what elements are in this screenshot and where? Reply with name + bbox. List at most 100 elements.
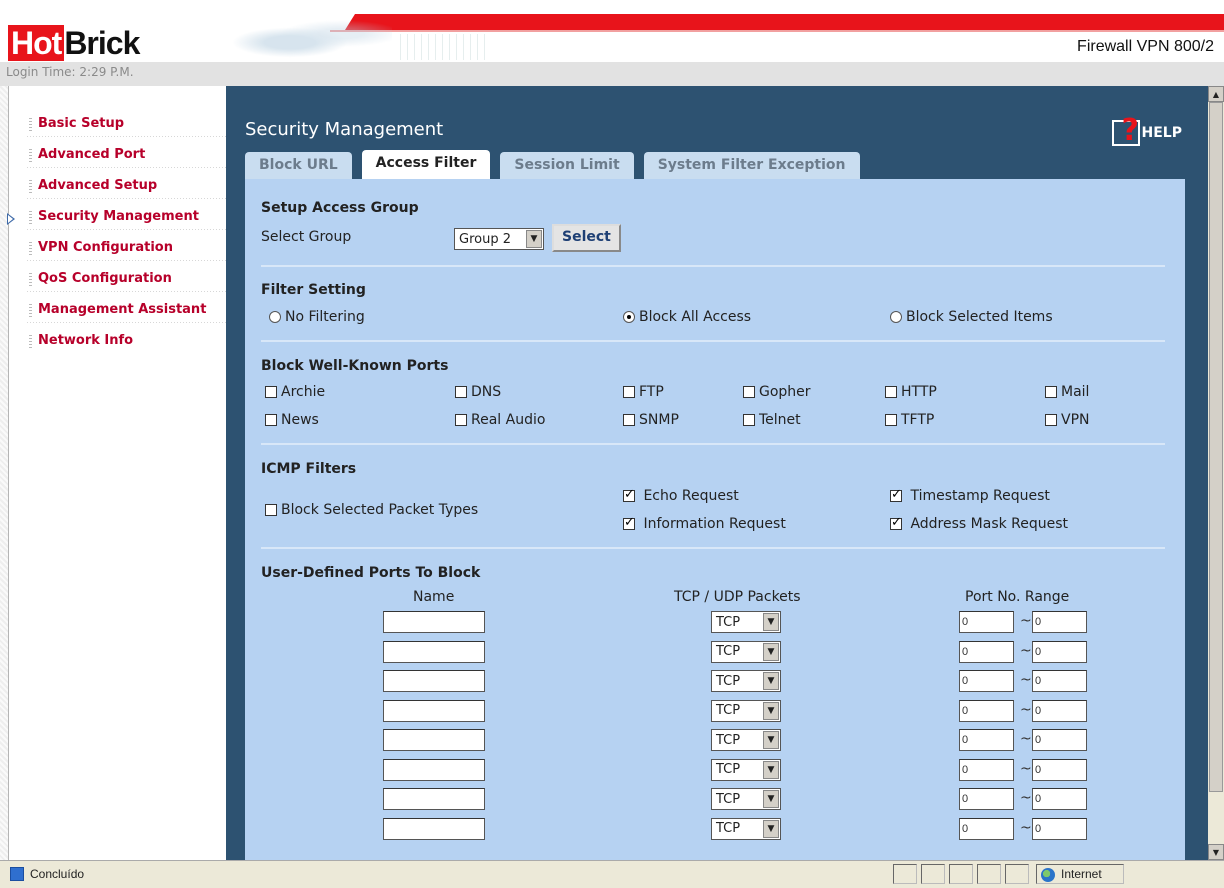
sidebar-item-advanced-setup[interactable]: Advanced Setup [9, 174, 226, 205]
checkbox-news[interactable]: News [265, 412, 319, 428]
chevron-down-icon: ▼ [763, 701, 779, 720]
group-select[interactable]: Group 2 ▼ [454, 228, 544, 250]
status-bar: Concluído Internet [0, 860, 1224, 888]
port-from-input[interactable] [959, 817, 1014, 840]
port-to-input[interactable] [1032, 699, 1087, 722]
protocol-select[interactable]: TCP ▼ [711, 611, 781, 633]
checkbox-echo-request[interactable]: Echo Request [623, 487, 739, 504]
range-separator: ~ [1020, 642, 1032, 659]
port-from-input[interactable] [959, 640, 1014, 663]
sidebar-item-security-management[interactable]: Security Management [7, 205, 226, 236]
tab-system-filter-exception[interactable]: System Filter Exception [643, 152, 860, 179]
divider [261, 265, 1165, 267]
tab-session-limit[interactable]: Session Limit [500, 152, 634, 179]
sidebar-item-label: Security Management [38, 209, 199, 224]
checkbox-label: SNMP [639, 412, 679, 428]
checkbox-icon [265, 386, 277, 398]
range-separator: ~ [1020, 760, 1032, 777]
help-icon: ? [1111, 116, 1140, 146]
port-to-input[interactable] [1032, 670, 1087, 692]
divider [261, 340, 1165, 342]
chevron-down-icon: ▼ [763, 613, 779, 631]
port-name-input[interactable] [383, 729, 485, 751]
port-from-input[interactable] [959, 670, 1014, 692]
checkbox-icon [890, 515, 902, 530]
sidebar-item-management-assistant[interactable]: Management Assistant [9, 298, 226, 329]
sidebar-item-vpn-configuration[interactable]: VPN Configuration [9, 236, 226, 267]
protocol-select[interactable]: TCP ▼ [711, 758, 781, 781]
select-group-label: Select Group [261, 229, 352, 245]
checkbox-label: Echo Request [643, 488, 739, 504]
port-to-input[interactable] [1032, 758, 1087, 781]
protocol-select[interactable]: TCP ▼ [711, 817, 781, 840]
tab-block-url[interactable]: Block URL [245, 152, 352, 179]
port-from-input[interactable] [959, 699, 1014, 722]
help-button[interactable]: ? HELP [1111, 116, 1182, 146]
protocol-select[interactable]: TCP ▼ [711, 788, 781, 810]
port-to-input[interactable] [1032, 817, 1087, 840]
protocol-select-value: TCP [716, 791, 741, 807]
protocol-select[interactable]: TCP ▼ [711, 699, 781, 722]
checkbox-real-audio[interactable]: Real Audio [455, 412, 545, 428]
port-name-input[interactable] [383, 699, 485, 722]
zone-label: Internet [1061, 867, 1102, 881]
sidebar-item-network-info[interactable]: Network Info [9, 329, 226, 360]
checkbox-tftp[interactable]: TFTP [885, 412, 934, 428]
radio-block-selected-items[interactable]: Block Selected Items [890, 309, 1053, 325]
radio-no-filtering[interactable]: No Filtering [269, 309, 365, 325]
port-from-input[interactable] [959, 729, 1014, 751]
protocol-select[interactable]: TCP ▼ [711, 640, 781, 663]
tab-access-filter[interactable]: Access Filter [361, 150, 491, 181]
select-button[interactable]: Select [552, 224, 621, 252]
checkbox-snmp[interactable]: SNMP [623, 412, 679, 428]
port-name-input[interactable] [383, 788, 485, 810]
port-name-input[interactable] [383, 611, 485, 633]
port-from-input[interactable] [959, 788, 1014, 810]
sidebar-item-qos-configuration[interactable]: QoS Configuration [9, 267, 226, 298]
column-header-protocol: TCP / UDP Packets [674, 589, 801, 605]
port-to-input[interactable] [1032, 611, 1087, 633]
port-to-input[interactable] [1032, 788, 1087, 810]
checkbox-vpn[interactable]: VPN [1045, 412, 1090, 428]
checkbox-icon [1045, 386, 1057, 398]
login-time: Login Time: 2:29 P.M. [0, 62, 1224, 86]
checkbox-icon [455, 414, 467, 426]
port-name-input[interactable] [383, 758, 485, 781]
port-to-input[interactable] [1032, 729, 1087, 751]
checkbox-icon [885, 386, 897, 398]
scroll-up-icon[interactable]: ▲ [1208, 86, 1224, 102]
checkbox-block-selected-packet-types[interactable]: Block Selected Packet Types [265, 502, 478, 518]
port-name-input[interactable] [383, 817, 485, 840]
protocol-select[interactable]: TCP ▼ [711, 670, 781, 692]
checkbox-label: TFTP [901, 412, 935, 428]
protocol-select[interactable]: TCP ▼ [711, 729, 781, 751]
checkbox-telnet[interactable]: Telnet [743, 412, 801, 428]
vertical-scrollbar[interactable]: ▲ ▼ [1208, 86, 1224, 860]
checkbox-ftp[interactable]: FTP [623, 384, 664, 400]
checkbox-timestamp-request[interactable]: Timestamp Request [890, 487, 1050, 504]
checkbox-dns[interactable]: DNS [455, 384, 501, 400]
checkbox-information-request[interactable]: Information Request [623, 515, 786, 532]
status-cell [893, 864, 917, 884]
port-to-input[interactable] [1032, 640, 1087, 663]
checkbox-archie[interactable]: Archie [265, 384, 325, 400]
scroll-down-icon[interactable]: ▼ [1208, 844, 1224, 860]
sidebar-item-basic-setup[interactable]: Basic Setup [9, 112, 226, 143]
checkbox-icon [623, 515, 635, 530]
port-name-input[interactable] [383, 670, 485, 692]
tab-bar: Block URL Access Filter Session Limit Sy… [245, 150, 860, 181]
port-name-input[interactable] [383, 640, 485, 663]
checkbox-http[interactable]: HTTP [885, 384, 937, 400]
chevron-down-icon: ▼ [763, 731, 779, 749]
checkbox-address-mask-request[interactable]: Address Mask Request [890, 515, 1068, 532]
protocol-select-value: TCP [716, 703, 741, 718]
scroll-thumb[interactable] [1209, 102, 1223, 792]
checkbox-gopher[interactable]: Gopher [743, 384, 811, 400]
port-from-input[interactable] [959, 758, 1014, 781]
checkbox-icon [743, 386, 755, 398]
checkbox-mail[interactable]: Mail [1045, 384, 1089, 400]
sidebar-item-advanced-port[interactable]: Advanced Port [9, 143, 226, 174]
port-from-input[interactable] [959, 611, 1014, 633]
radio-label: Block Selected Items [906, 309, 1053, 325]
radio-block-all-access[interactable]: Block All Access [623, 309, 751, 325]
